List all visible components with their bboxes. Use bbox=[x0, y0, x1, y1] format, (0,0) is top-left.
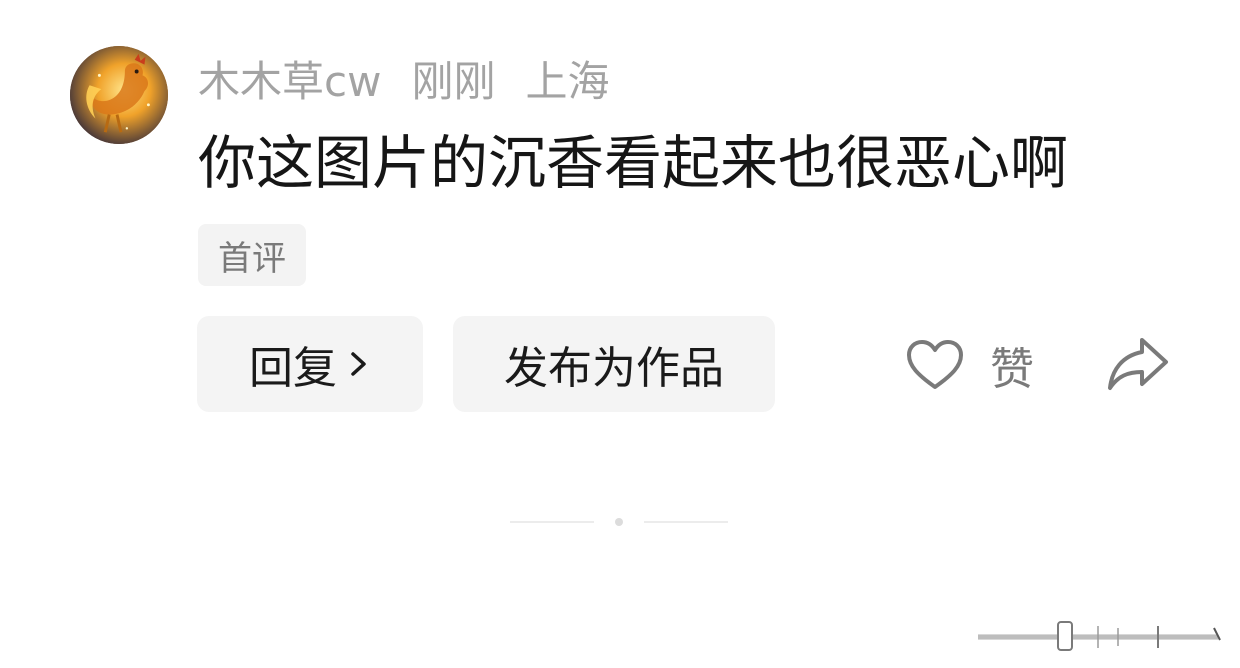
publish-label: 发布为作品 bbox=[504, 343, 724, 394]
watermark-graphic bbox=[978, 621, 1221, 651]
like-label: 赞 bbox=[990, 344, 1034, 395]
timestamp: 刚刚 bbox=[411, 56, 496, 106]
username[interactable]: 木木草cw bbox=[198, 48, 381, 109]
reply-button[interactable]: 回复 bbox=[197, 316, 423, 412]
rooster-avatar-icon bbox=[70, 46, 168, 144]
heart-outline-icon bbox=[907, 340, 963, 389]
first-comment-badge: 首评 bbox=[198, 224, 306, 286]
comment-text: 你这图片的沉香看起来也很恶心啊 bbox=[198, 129, 1069, 197]
divider-line-right bbox=[644, 521, 728, 523]
share-arrow-icon[interactable] bbox=[1106, 334, 1170, 394]
divider-dot bbox=[615, 518, 623, 526]
divider-line-left bbox=[510, 521, 594, 523]
end-divider bbox=[510, 514, 730, 530]
like-button[interactable]: 赞 bbox=[906, 330, 1034, 400]
publish-as-work-button[interactable]: 发布为作品 bbox=[453, 316, 775, 412]
avatar[interactable] bbox=[70, 46, 168, 144]
reply-label: 回复 bbox=[249, 343, 337, 394]
location: 上海 bbox=[525, 56, 610, 106]
comment-meta: 木木草cw 刚刚 上海 bbox=[198, 50, 609, 106]
chevron-right-icon bbox=[351, 352, 366, 376]
